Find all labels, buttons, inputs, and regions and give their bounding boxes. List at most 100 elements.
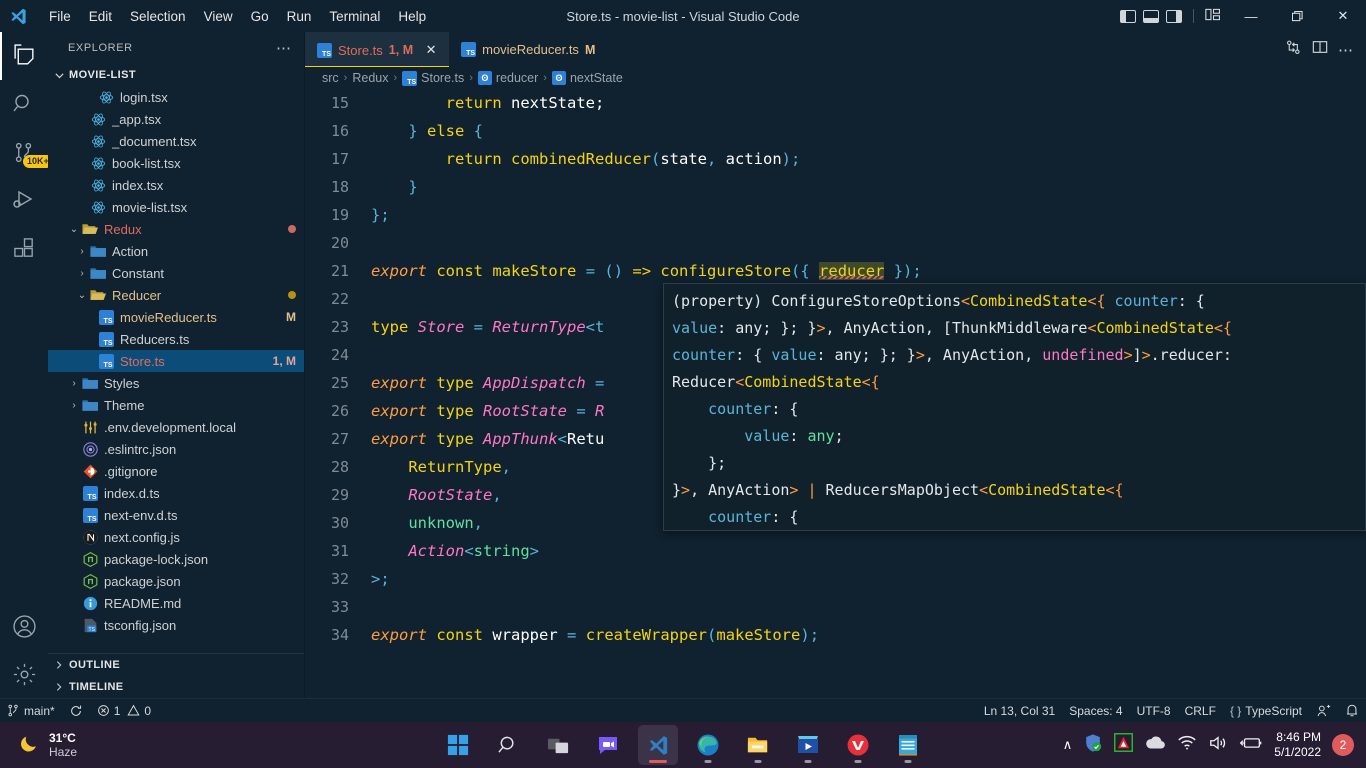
file-tree[interactable]: login.tsx _app.tsx _document.tsx book-list.… xyxy=(48,86,304,653)
file-tree-item[interactable]: _document.tsx xyxy=(48,130,304,152)
toggle-panel-icon[interactable] xyxy=(1143,9,1159,23)
file-tree-item[interactable]: _app.tsx xyxy=(48,108,304,130)
status-encoding[interactable]: UTF-8 xyxy=(1130,699,1178,723)
file-explorer-button[interactable] xyxy=(738,725,778,765)
editor-actions[interactable]: ⋯ xyxy=(1273,32,1366,67)
file-tree-item[interactable]: TS next-env.d.ts xyxy=(48,504,304,526)
chat-button[interactable] xyxy=(588,725,628,765)
media-player-button[interactable] xyxy=(788,725,828,765)
start-button[interactable] xyxy=(438,725,478,765)
menu-edit[interactable]: Edit xyxy=(80,5,121,28)
project-root-header[interactable]: MOVIE-LIST xyxy=(48,64,304,86)
status-indentation[interactable]: Spaces: 4 xyxy=(1062,699,1129,723)
maximize-restore-button[interactable] xyxy=(1274,0,1320,32)
file-tree-item[interactable]: index.tsx xyxy=(48,174,304,196)
file-tree-item[interactable]: › Constant xyxy=(48,262,304,284)
code-line[interactable]: 31 Action<string> xyxy=(305,537,1366,565)
file-tree-item[interactable]: › Styles xyxy=(48,372,304,394)
breadcrumb-item[interactable]: Redux xyxy=(352,71,388,85)
file-tree-item[interactable]: TS movieReducer.ts M xyxy=(48,306,304,328)
activity-search[interactable] xyxy=(0,80,48,128)
minimize-button[interactable]: — xyxy=(1228,0,1274,32)
tab-moviereducer-ts[interactable]: TS movieReducer.ts M xyxy=(449,32,606,67)
file-tree-item[interactable]: README.md xyxy=(48,592,304,614)
timeline-section[interactable]: TIMELINE xyxy=(48,676,304,698)
file-tree-item[interactable]: TS tsconfig.json xyxy=(48,614,304,636)
task-view-button[interactable] xyxy=(538,725,578,765)
breadcrumb[interactable]: src › Redux › TS Store.ts › ʘ reducer › ʘ nextState xyxy=(305,67,1366,89)
file-tree-item[interactable]: next.config.js xyxy=(48,526,304,548)
file-tree-item[interactable]: package.json xyxy=(48,570,304,592)
outline-section[interactable]: OUTLINE xyxy=(48,654,304,676)
file-tree-item[interactable]: .env.development.local xyxy=(48,416,304,438)
status-eol[interactable]: CRLF xyxy=(1178,699,1223,723)
activity-settings[interactable] xyxy=(0,650,48,698)
file-tree-item[interactable]: .gitignore xyxy=(48,460,304,482)
status-live-share[interactable] xyxy=(1309,699,1338,723)
menu-selection[interactable]: Selection xyxy=(121,5,195,28)
activity-explorer[interactable] xyxy=(0,32,48,80)
status-problems[interactable]: 1 0 xyxy=(90,699,158,723)
activity-source-control[interactable]: 10K+ xyxy=(0,128,53,176)
menu-help[interactable]: Help xyxy=(389,5,435,28)
code-line[interactable]: 34 export const wrapper = createWrapper(m… xyxy=(305,621,1366,649)
status-cursor-position[interactable]: Ln 13, Col 31 xyxy=(977,699,1062,723)
chevron-right-icon[interactable]: › xyxy=(76,246,88,257)
vscode-taskbar-button[interactable] xyxy=(638,725,678,765)
menu-view[interactable]: View xyxy=(195,5,242,28)
menu-bar[interactable]: File Edit Selection View Go Run Terminal… xyxy=(40,5,435,28)
menu-file[interactable]: File xyxy=(40,5,80,28)
file-tree-item[interactable]: TS Reducers.ts xyxy=(48,328,304,350)
file-tree-item[interactable]: .eslintrc.json xyxy=(48,438,304,460)
file-tree-item[interactable]: TS Store.ts 1, M xyxy=(48,350,304,372)
chevron-right-icon[interactable]: › xyxy=(68,378,80,389)
file-tree-item[interactable]: ⌄ Redux xyxy=(48,218,304,240)
status-language-mode[interactable]: { } TypeScript xyxy=(1223,699,1309,723)
breadcrumb-item[interactable]: ʘ reducer xyxy=(477,71,538,85)
toggle-secondary-sidebar-icon[interactable] xyxy=(1166,9,1182,23)
file-tree-item[interactable]: book-list.tsx xyxy=(48,152,304,174)
breadcrumb-item[interactable]: TS Store.ts xyxy=(402,70,464,86)
tab-store-ts[interactable]: TS Store.ts 1, M ✕ xyxy=(305,32,450,67)
activity-accounts[interactable] xyxy=(0,602,48,650)
menu-terminal[interactable]: Terminal xyxy=(320,5,389,28)
file-tree-item[interactable]: login.tsx xyxy=(48,86,304,108)
toggle-primary-sidebar-icon[interactable] xyxy=(1120,9,1136,23)
breadcrumb-item[interactable]: ʘ nextState xyxy=(551,71,623,85)
activity-run-debug[interactable] xyxy=(0,176,48,224)
split-editor-icon[interactable] xyxy=(1312,39,1328,60)
code-line[interactable]: 21 export const makeStore = () => configu… xyxy=(305,257,1366,285)
taskbar-search-button[interactable] xyxy=(488,725,528,765)
more-actions-icon[interactable]: ⋯ xyxy=(1338,41,1354,59)
file-tree-item[interactable]: › Action xyxy=(48,240,304,262)
chevron-down-icon[interactable]: ⌄ xyxy=(76,290,88,301)
vivaldi-button[interactable] xyxy=(838,725,878,765)
status-branch[interactable]: main* xyxy=(0,699,62,723)
close-button[interactable]: ✕ xyxy=(1320,0,1366,32)
code-line[interactable]: 32 >; xyxy=(305,565,1366,593)
status-notifications[interactable] xyxy=(1338,699,1366,723)
file-tree-item[interactable]: movie-list.tsx xyxy=(48,196,304,218)
layout-controls[interactable] xyxy=(1114,7,1228,25)
file-tree-item[interactable]: package-lock.json xyxy=(48,548,304,570)
code-line[interactable]: 19}; xyxy=(305,201,1366,229)
file-tree-item[interactable]: › Theme xyxy=(48,394,304,416)
taskbar-apps[interactable] xyxy=(0,725,1366,765)
code-line[interactable]: 33 xyxy=(305,593,1366,621)
menu-go[interactable]: Go xyxy=(242,5,278,28)
file-tree-item[interactable]: ⌄ Reducer xyxy=(48,284,304,306)
chevron-right-icon[interactable]: › xyxy=(68,400,80,411)
customize-layout-icon[interactable] xyxy=(1205,7,1222,25)
code-line[interactable]: 20 xyxy=(305,229,1366,257)
file-tree-item[interactable]: TS index.d.ts xyxy=(48,482,304,504)
code-line[interactable]: 15 return nextState; xyxy=(305,89,1366,117)
edge-button[interactable] xyxy=(688,725,728,765)
code-line[interactable]: 17 return combinedReducer(state, action)… xyxy=(305,145,1366,173)
split-changes-icon[interactable] xyxy=(1285,39,1302,61)
code-line[interactable]: 18 } xyxy=(305,173,1366,201)
status-sync[interactable] xyxy=(62,699,90,723)
tab-close-icon[interactable]: ✕ xyxy=(423,42,439,58)
code-line[interactable]: 16 } else { xyxy=(305,117,1366,145)
activity-extensions[interactable] xyxy=(0,224,48,272)
breadcrumb-item[interactable]: src xyxy=(322,71,339,85)
